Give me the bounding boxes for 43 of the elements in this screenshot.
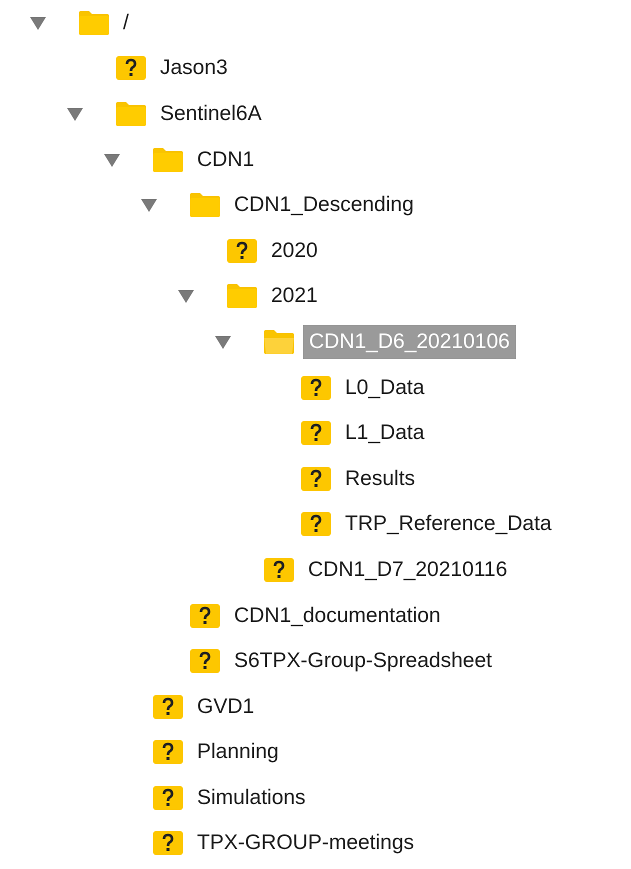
- expanded-triangle-icon[interactable]: [177, 288, 195, 304]
- unknown-file-icon: [263, 556, 295, 583]
- unknown-file-icon: [115, 55, 147, 82]
- unknown-file-icon: [189, 648, 221, 674]
- expanded-triangle-icon[interactable]: [214, 334, 232, 350]
- tree-item-label[interactable]: L0_Data: [345, 372, 424, 403]
- folder-icon: [152, 146, 184, 173]
- tree-item-label[interactable]: L1_Data: [345, 418, 424, 448]
- unknown-file-icon: [300, 511, 332, 538]
- tree-item-label[interactable]: CDN1: [197, 144, 254, 175]
- tree-item-label[interactable]: CDN1_D7_20210116: [308, 554, 508, 585]
- expanded-triangle-icon[interactable]: [66, 106, 84, 122]
- tree-item-label[interactable]: 2020: [271, 236, 318, 266]
- tree-item-label[interactable]: GVD1: [197, 692, 254, 722]
- folder-icon: [226, 283, 258, 310]
- tree-item-label[interactable]: Planning: [197, 737, 279, 768]
- tree-item-label[interactable]: Jason3: [160, 53, 228, 84]
- unknown-file-icon: [152, 739, 184, 766]
- tree-item-label[interactable]: /: [123, 8, 129, 38]
- tree-item-label[interactable]: S6TPX-Group-Spreadsheet: [234, 646, 492, 676]
- tree-item-label[interactable]: Sentinel6A: [160, 98, 262, 129]
- folder-icon: [189, 192, 221, 218]
- expanded-triangle-icon[interactable]: [103, 152, 121, 168]
- expanded-triangle-icon[interactable]: [140, 197, 158, 214]
- unknown-file-icon: [152, 784, 184, 811]
- unknown-file-icon: [300, 466, 332, 492]
- expanded-triangle-icon[interactable]: [29, 14, 47, 31]
- folder-icon: [78, 10, 110, 36]
- tree-item-label[interactable]: Simulations: [197, 782, 306, 813]
- tree-item-label[interactable]: Results: [345, 464, 416, 494]
- unknown-file-icon: [226, 238, 258, 264]
- tree-item-label[interactable]: TPX-GROUP-meetings: [197, 828, 414, 858]
- unknown-file-icon: [189, 602, 221, 629]
- unknown-file-icon: [152, 830, 184, 856]
- tree-item-label[interactable]: TRP_Reference_Data: [345, 509, 552, 540]
- unknown-file-icon: [300, 420, 332, 446]
- folder-icon: [263, 328, 295, 355]
- tree-item-label[interactable]: CDN1_documentation: [234, 600, 441, 631]
- unknown-file-icon: [300, 374, 332, 401]
- tree-item-label[interactable]: 2021: [271, 281, 318, 312]
- tree-item-label[interactable]: CDN1_Descending: [234, 190, 414, 220]
- folder-icon: [115, 100, 147, 127]
- unknown-file-icon: [152, 694, 184, 720]
